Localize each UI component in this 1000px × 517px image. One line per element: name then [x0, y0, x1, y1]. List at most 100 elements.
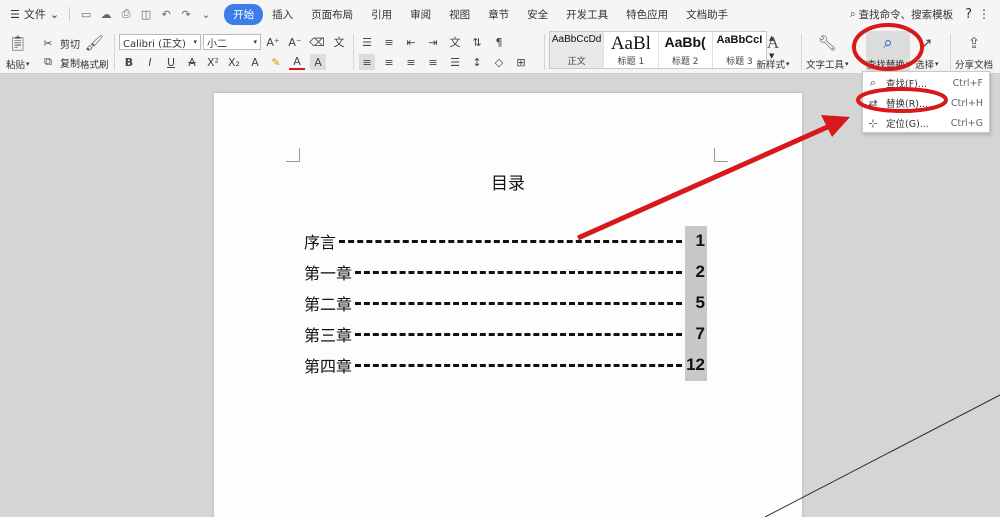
paste-button[interactable]: 📋︎ 粘贴 ▾ [6, 33, 30, 71]
shading-icon[interactable]: ◇ [491, 54, 507, 70]
font-color-icon[interactable]: A [289, 54, 305, 70]
phonetic-guide-icon[interactable]: 文 [331, 34, 347, 50]
toc-entry-page: 7 [685, 318, 707, 350]
style-name: 标题 1 [617, 57, 645, 67]
clear-format-icon[interactable]: ⌫ [309, 34, 325, 50]
new-style-label: 新样式 [756, 60, 785, 71]
increase-indent-icon[interactable]: ⇥ [425, 34, 441, 50]
new-style-button[interactable]: A 新样式 ▾ [756, 33, 790, 71]
style-heading-1[interactable]: AaBl 标题 1 [604, 32, 659, 68]
superscript-icon[interactable]: X² [205, 54, 221, 70]
find-replace-button[interactable]: ⌕ 查找替换 ▾ [866, 31, 910, 71]
cut-label: 剪切 [60, 39, 80, 51]
highlight-icon[interactable]: ✎ [268, 54, 284, 70]
menu-item-replace[interactable]: ⇄ 替换(R)... Ctrl+H [863, 93, 989, 113]
document-page[interactable]: 目录 序言 1 第一章 2 第二章 5 第三章 7 第四章 12 [214, 93, 802, 517]
menu-item-find[interactable]: ⌕ 查找(F)... Ctrl+F [863, 73, 989, 93]
toc-entry-label: 第一章 [304, 264, 353, 283]
tab-page-layout[interactable]: 页面布局 [302, 4, 362, 25]
copy-button[interactable]: ⧉ 复制 [40, 54, 80, 70]
share-button[interactable]: ⇪ 分享文档 [955, 33, 993, 71]
file-menu[interactable]: ☰ 文件 ⌄ [6, 6, 63, 22]
toc-entry[interactable]: 第四章 12 [304, 349, 707, 381]
toc-entry-label: 第四章 [304, 357, 353, 376]
print-preview-icon[interactable]: ◫ [139, 7, 153, 21]
decrease-indent-icon[interactable]: ⇤ [403, 34, 419, 50]
subscript-icon[interactable]: X₂ [226, 54, 242, 70]
cloud-icon[interactable]: ☁ [99, 7, 113, 21]
strikethrough-icon[interactable]: A [184, 54, 200, 70]
borders-icon[interactable]: ⊞ [513, 54, 529, 70]
search-icon: ⌕ [849, 7, 856, 20]
line-spacing-icon[interactable]: ↕ [469, 54, 485, 70]
cut-button[interactable]: ✂ 剪切 [40, 35, 80, 51]
text-effect-icon[interactable]: A [247, 54, 263, 70]
toc-entry-page: 12 [685, 349, 707, 381]
styles-gallery: AaBbCcDd 正文 AaBl 标题 1 AaBb( 标题 2 AaBbCcI… [549, 31, 767, 69]
distributed-icon[interactable]: ☰ [447, 54, 463, 70]
menu-item-shortcut: Ctrl+F [952, 77, 983, 89]
menu-item-label: 替换(R)... [886, 99, 929, 110]
italic-icon[interactable]: I [142, 54, 158, 70]
style-sample: AaBl [610, 33, 651, 54]
tab-doc-assistant[interactable]: 文档助手 [677, 4, 737, 25]
style-sample: AaBbCcDd [551, 34, 602, 45]
show-marks-icon[interactable]: ¶ [491, 34, 507, 50]
format-painter-button[interactable]: 🖌︎ 格式刷 [80, 33, 109, 71]
style-normal[interactable]: AaBbCcDd 正文 [550, 32, 605, 68]
search-commands[interactable]: ⌕ 查找命令、搜索模板 [850, 7, 953, 22]
toc-entry-label: 第三章 [304, 326, 353, 345]
toc-entry[interactable]: 第三章 7 [304, 318, 707, 350]
menu-item-goto[interactable]: ⊹ 定位(G)... Ctrl+G [863, 113, 989, 133]
shrink-font-icon[interactable]: A⁻ [287, 34, 303, 50]
align-right-icon[interactable]: ≡ [403, 54, 419, 70]
customize-chevron-icon[interactable]: ⌄ [199, 7, 213, 21]
print-icon[interactable]: ⎙ [119, 7, 133, 21]
underline-icon[interactable]: U [163, 54, 179, 70]
magnifier-icon: ⌕ [883, 33, 893, 53]
grow-font-icon[interactable]: A⁺ [265, 34, 281, 50]
style-name: 标题 2 [671, 57, 699, 67]
save-icon[interactable]: ▭ [79, 7, 93, 21]
document-area: 目录 序言 1 第一章 2 第二章 5 第三章 7 第四章 12 [0, 75, 1000, 517]
tab-chapter[interactable]: 章节 [479, 4, 518, 25]
redo-icon[interactable]: ↷ [179, 7, 193, 21]
tab-insert[interactable]: 插入 [263, 4, 302, 25]
menu-item-label: 定位(G)... [886, 119, 929, 130]
font-size-select[interactable]: 小二 ▾ [203, 34, 261, 50]
toc-leader [339, 239, 682, 243]
align-left-icon[interactable]: ≡ [359, 54, 375, 70]
tab-view[interactable]: 视图 [440, 4, 479, 25]
toc-entry[interactable]: 第二章 5 [304, 287, 707, 319]
toc-leader [355, 332, 682, 336]
help-icon[interactable]: ? [965, 7, 972, 22]
align-center-icon[interactable]: ≡ [381, 54, 397, 70]
tab-references[interactable]: 引用 [362, 4, 401, 25]
toc-entry[interactable]: 序言 1 [304, 225, 707, 257]
style-heading-2[interactable]: AaBb( 标题 2 [659, 32, 713, 68]
undo-icon[interactable]: ↶ [159, 7, 173, 21]
goto-icon: ⊹ [868, 116, 878, 130]
text-tools-button[interactable]: 🔧︎ 文字工具 ▾ [806, 33, 849, 71]
font-name-select[interactable]: Calibri (正文) ▾ [119, 34, 201, 50]
justify-icon[interactable]: ≡ [425, 54, 441, 70]
tab-security[interactable]: 安全 [518, 4, 557, 25]
font-name-value: Calibri (正文) [123, 38, 186, 50]
toc-entry[interactable]: 第一章 2 [304, 256, 707, 288]
chinese-layout-icon[interactable]: 文 [447, 34, 463, 50]
bold-icon[interactable]: B [121, 54, 137, 70]
tab-home[interactable]: 开始 [224, 3, 264, 25]
tab-features[interactable]: 特色应用 [617, 4, 677, 25]
tab-developer[interactable]: 开发工具 [557, 4, 617, 25]
ribbon-tabs: 开始 插入 页面布局 引用 审阅 视图 章节 安全 开发工具 特色应用 文档助手 [224, 3, 737, 25]
style-sample: AaBb( [664, 34, 706, 50]
numbering-icon[interactable]: ≡ [381, 34, 397, 50]
sort-icon[interactable]: ⇅ [469, 34, 485, 50]
select-button[interactable]: ➚ 选择 ▾ [915, 33, 939, 71]
bullets-icon[interactable]: ☰ [359, 34, 375, 50]
more-icon[interactable]: ⋮ [978, 7, 990, 21]
char-shading-icon[interactable]: A [310, 54, 326, 70]
tab-review[interactable]: 审阅 [401, 4, 440, 25]
margin-corner-top-left [286, 148, 300, 162]
toc-leader [355, 301, 682, 305]
